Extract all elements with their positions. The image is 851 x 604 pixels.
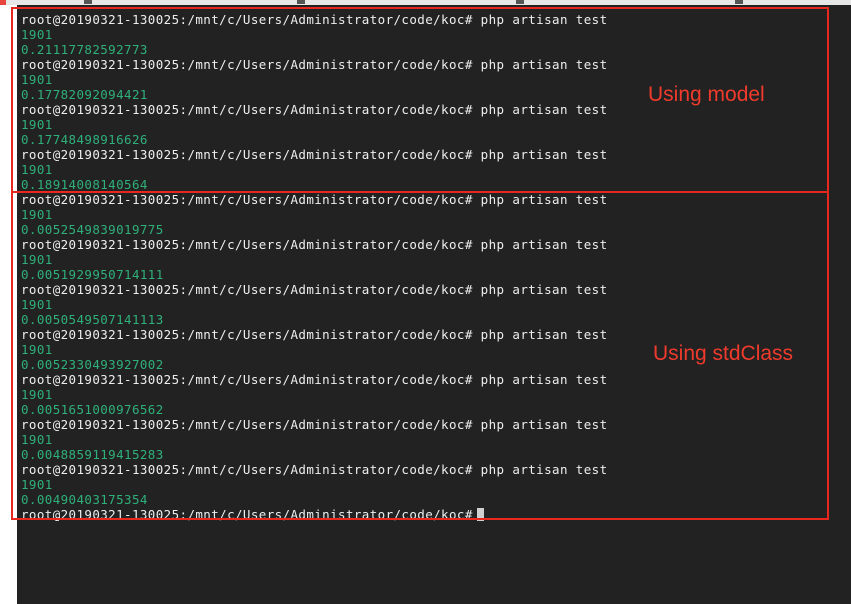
- using-stdclass-label: Using stdClass: [653, 342, 794, 365]
- tab-edge: [297, 0, 305, 4]
- screenshot: root@20190321-130025:/mnt/c/Users/Admini…: [0, 0, 851, 604]
- tab-edge: [84, 0, 92, 4]
- tab-edge: [735, 0, 743, 4]
- using-model-label: Using model: [648, 83, 765, 106]
- tab-edge: [516, 0, 524, 4]
